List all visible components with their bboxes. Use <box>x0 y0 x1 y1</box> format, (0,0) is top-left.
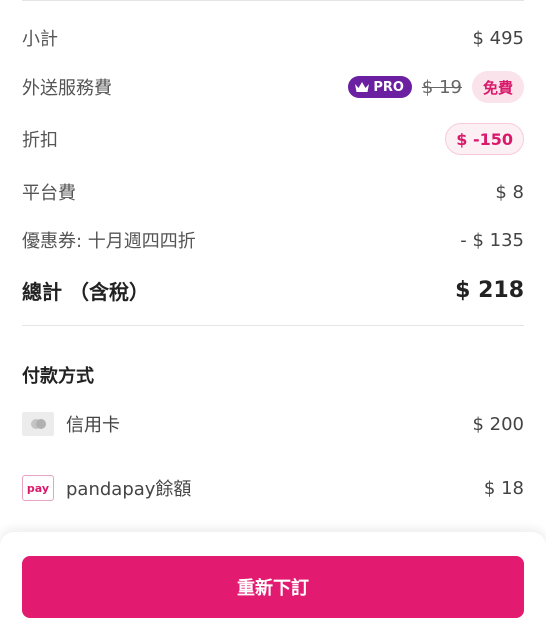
voucher-label: 優惠券: 十月週四四折 <box>22 231 196 252</box>
platform-fee-label: 平台費 <box>22 183 76 204</box>
payment-method-label: 信用卡 <box>66 415 120 436</box>
payment-method-row: 信用卡 $ 200 <box>22 406 524 442</box>
voucher-row: 優惠券: 十月週四四折 - $ 135 <box>22 224 524 256</box>
payment-section-title: 付款方式 <box>22 366 94 387</box>
subtotal-row: 小計 $ 495 <box>22 22 524 54</box>
pro-badge: PRO <box>348 76 412 98</box>
payment-method-row: pay pandapay餘額 $ 18 <box>22 470 524 506</box>
discount-pill: $ -150 <box>445 123 524 155</box>
voucher-amount: - $ 135 <box>460 229 524 251</box>
order-summary-page: 小計 $ 495 外送服務費 PRO $ 19 免費 折扣 $ -150 平台費… <box>0 0 546 640</box>
free-delivery-pill: 免費 <box>471 71 524 103</box>
original-delivery-fee: $ 19 <box>421 76 462 98</box>
payment-method-label: pandapay餘額 <box>66 479 192 500</box>
total-amount: $ 218 <box>455 277 524 303</box>
subtotal-amount: $ 495 <box>472 27 524 49</box>
subtotal-label: 小計 <box>22 29 58 50</box>
credit-card-icon <box>22 412 54 436</box>
discount-label: 折扣 <box>22 130 58 151</box>
pro-badge-text: PRO <box>373 79 404 95</box>
discount-row: 折扣 $ -150 <box>22 122 524 156</box>
delivery-fee-label: 外送服務費 <box>22 78 112 99</box>
payment-method-amount: $ 18 <box>483 477 524 499</box>
pandapay-icon: pay <box>22 475 54 501</box>
divider <box>22 0 524 1</box>
delivery-fee-row: 外送服務費 PRO $ 19 免費 <box>22 70 524 104</box>
platform-fee-amount: $ 8 <box>495 181 524 203</box>
reorder-button[interactable]: 重新下訂 <box>22 556 524 618</box>
crown-icon <box>355 82 370 92</box>
total-row: 總計 （含稅） $ 218 <box>22 272 524 308</box>
divider <box>22 325 524 326</box>
total-label: 總計 （含稅） <box>22 279 149 304</box>
payment-method-amount: $ 200 <box>472 413 524 435</box>
platform-fee-row: 平台費 $ 8 <box>22 176 524 208</box>
